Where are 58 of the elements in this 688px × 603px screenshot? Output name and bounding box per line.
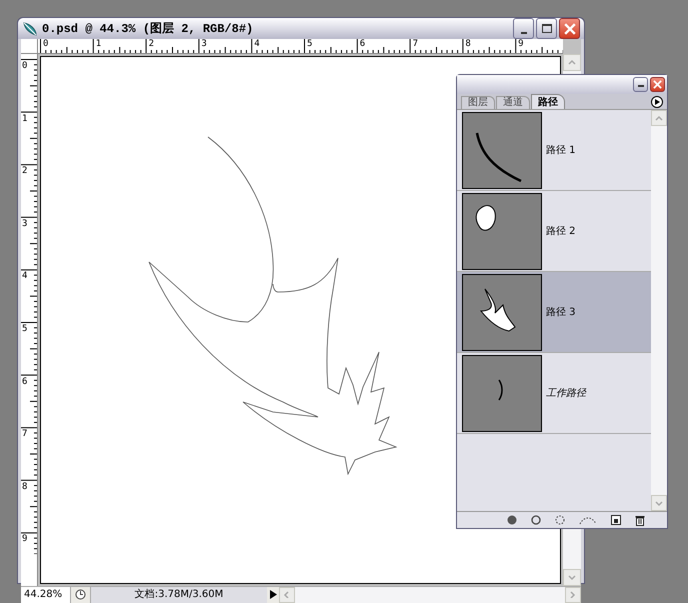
- feather-icon: [22, 20, 38, 36]
- path-shape-icon: [475, 130, 523, 182]
- ruler-label: 3: [22, 218, 28, 229]
- ruler-label: 4: [254, 39, 260, 49]
- ruler-label: 2: [148, 39, 154, 49]
- play-icon: [654, 99, 660, 105]
- ruler-label: 6: [22, 376, 28, 387]
- ruler-label: 3: [201, 39, 207, 49]
- path-name: 路径 3: [546, 306, 576, 320]
- minimize-button[interactable]: [513, 18, 534, 39]
- fill-path-icon[interactable]: [507, 515, 517, 525]
- ruler-label: 6: [360, 39, 366, 49]
- close-button[interactable]: [650, 77, 665, 92]
- ruler-label: 8: [465, 39, 471, 49]
- ruler-label: 5: [22, 324, 28, 334]
- chevron-icon: [655, 114, 663, 122]
- ruler-label: 5: [306, 39, 312, 49]
- stroke-path-icon[interactable]: [531, 515, 541, 525]
- chevron-icon: [569, 591, 577, 598]
- path-name: 路径 2: [546, 224, 576, 238]
- close-icon: [653, 80, 662, 89]
- path-row[interactable]: 路径 2: [457, 191, 651, 272]
- ruler-label: 8: [22, 482, 28, 492]
- path-shape-icon: [479, 286, 517, 332]
- play-icon: [270, 590, 276, 600]
- ruler-label: 1: [96, 39, 102, 49]
- path-row[interactable]: 路径 3: [457, 272, 651, 353]
- path-name: 工作路径: [546, 386, 586, 400]
- path-shape-icon: [497, 378, 505, 400]
- work-path-icon[interactable]: [579, 515, 597, 525]
- panel-tab[interactable]: 图层: [461, 96, 495, 109]
- minimize-button[interactable]: [633, 77, 648, 92]
- ruler-label: 0: [22, 61, 28, 71]
- ruler-label: 9: [518, 39, 524, 49]
- window-title: 0.psd @ 44.3% (图层 2, RGB/8#): [42, 20, 254, 38]
- panel-tab[interactable]: 通道: [496, 96, 530, 109]
- ruler-label: 9: [22, 534, 28, 544]
- ruler-label: 0: [43, 39, 48, 49]
- path-row[interactable]: 路径 1: [457, 110, 651, 191]
- panel-menu-button[interactable]: [651, 96, 663, 108]
- chevron-icon: [283, 591, 291, 598]
- document-size: 文档:3.78M/3.60M: [91, 586, 267, 603]
- trash-icon[interactable]: [635, 514, 645, 526]
- new-path-icon[interactable]: [611, 515, 621, 525]
- path-name: 路径 1: [546, 144, 576, 158]
- clock-icon: [75, 589, 86, 600]
- zoom-field[interactable]: 44.28%: [21, 586, 71, 603]
- chevron-icon: [568, 574, 576, 581]
- close-button[interactable]: [559, 18, 580, 39]
- close-icon: [564, 22, 576, 34]
- path-row[interactable]: 工作路径: [457, 353, 651, 434]
- chevron-icon: [655, 500, 663, 506]
- ruler-label: 7: [412, 39, 418, 49]
- chevron-icon: [568, 59, 576, 66]
- ruler-label: 1: [22, 114, 28, 124]
- panel-tab[interactable]: 路径: [531, 94, 565, 109]
- selection-icon[interactable]: [555, 515, 565, 525]
- maximize-button[interactable]: [536, 18, 557, 39]
